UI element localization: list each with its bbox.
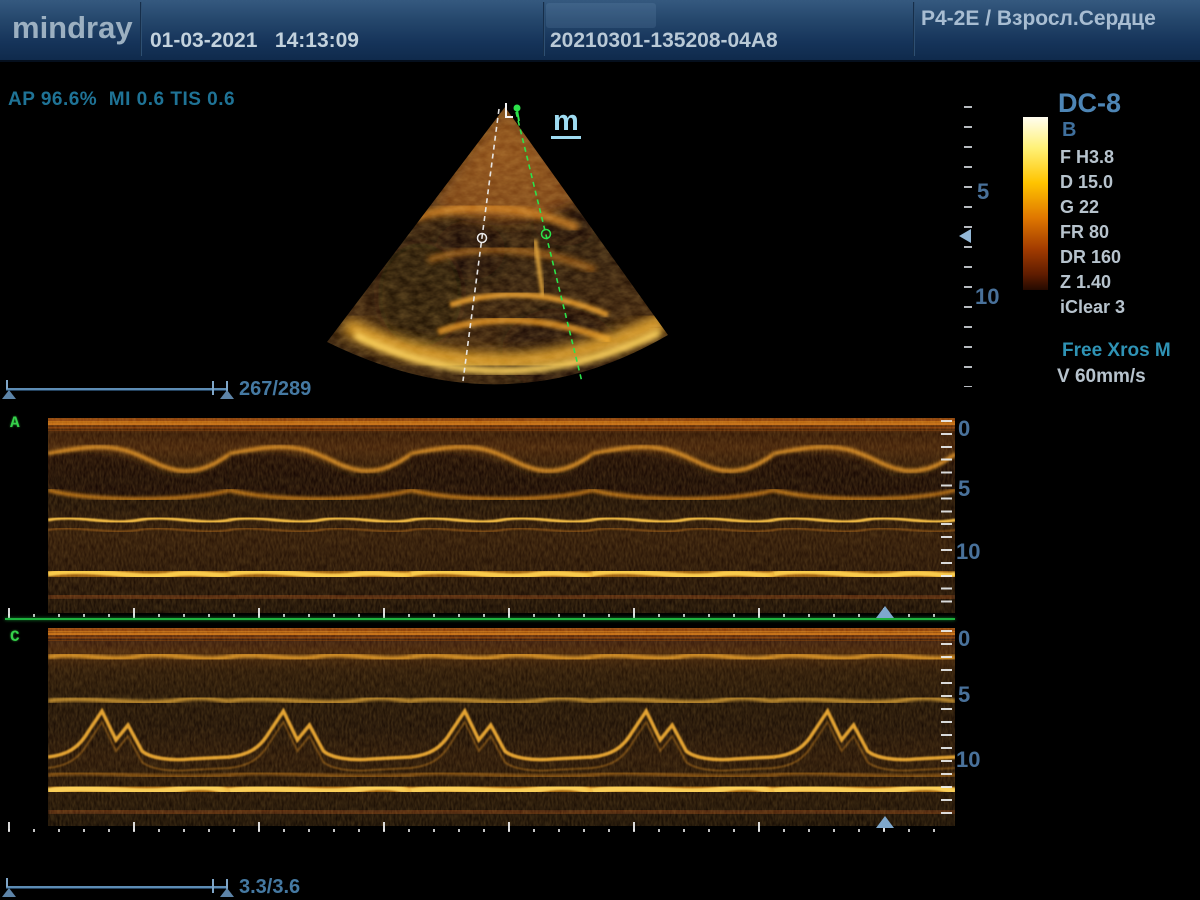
trace-a-depth-10: 10: [956, 539, 980, 565]
trace-a-time-marker[interactable]: [876, 606, 894, 618]
mmode-trace-c: [48, 628, 955, 826]
trace-c-depth-10: 10: [956, 747, 980, 773]
bottom-timeline-minor-ticks: [8, 829, 955, 832]
trace-c-depth-ticks: [941, 630, 952, 824]
cine-frame-scrubber[interactable]: 267/289: [0, 378, 300, 400]
probe-preset: P4-2E / Взросл.Сердце: [921, 7, 1156, 31]
timeline-minor-ticks: [8, 614, 955, 617]
param-depth: D 15.0: [1060, 172, 1190, 193]
header-divider: [913, 2, 915, 56]
trace-c-depth-0: 0: [958, 626, 970, 652]
param-frequency: F H3.8: [1060, 147, 1190, 168]
scrubber-position-marker[interactable]: [220, 888, 234, 897]
sweep-speed-label: V 60mm/s: [1057, 366, 1146, 388]
ultrasound-screen: mindray 01-03-2021 14:13:09 20210301-135…: [0, 0, 1200, 900]
focus-position-marker[interactable]: [959, 229, 971, 243]
scrubber-start-tick: [6, 380, 8, 389]
scrubber-start-marker[interactable]: [2, 888, 16, 897]
mmode-trace-a: [48, 418, 955, 613]
exam-datetime: 01-03-2021 14:13:09: [150, 29, 359, 53]
param-iclear: iClear 3: [1060, 297, 1190, 318]
system-model-label: DC-8: [1058, 88, 1121, 119]
param-dynamic-range: DR 160: [1060, 247, 1190, 268]
header-divider: [140, 2, 142, 56]
header-bar: mindray 01-03-2021 14:13:09 20210301-135…: [0, 0, 1200, 62]
exam-id: 20210301-135208-04A8: [550, 29, 778, 53]
trace-a-depth-ticks: [941, 420, 952, 612]
scrubber-range-tick: [212, 879, 214, 893]
trace-c-time-marker[interactable]: [876, 816, 894, 828]
trace-a-depth-5: 5: [958, 476, 970, 502]
acoustic-output-status: AP 96.6% MI 0.6 TIS 0.6: [8, 89, 235, 111]
free-xros-m-label: Free Xros M: [1062, 340, 1171, 362]
scrubber-position-marker[interactable]: [220, 390, 234, 399]
mmode-active-icon: m: [551, 109, 581, 139]
grayscale-colorbar: [1023, 117, 1048, 290]
mindray-logo: mindray: [12, 10, 133, 46]
mode-label: B: [1062, 119, 1076, 142]
scrubber-start-marker[interactable]: [2, 390, 16, 399]
scrubber-start-tick: [6, 878, 8, 887]
cine-time-scrubber[interactable]: 3.3/3.6: [0, 876, 300, 898]
scrubber-track[interactable]: [6, 886, 228, 888]
trace-a-depth-0: 0: [958, 416, 970, 442]
scrubber-track[interactable]: [6, 388, 228, 390]
depth-label-10: 10: [975, 284, 999, 310]
scrubber-range-tick: [212, 381, 214, 395]
bmode-sector-image: [310, 100, 690, 400]
trace-c-depth-5: 5: [958, 682, 970, 708]
trace-a-label: A: [10, 414, 20, 432]
header-highlight: [546, 3, 656, 28]
header-divider: [543, 2, 545, 56]
depth-label-5: 5: [977, 179, 989, 205]
param-gain: G 22: [1060, 197, 1190, 218]
sector-anatomy: [310, 100, 690, 400]
param-zoom: Z 1.40: [1060, 272, 1190, 293]
frame-counter: 267/289: [239, 378, 311, 401]
timeline-axis: [5, 618, 955, 620]
param-framerate: FR 80: [1060, 222, 1190, 243]
trace-c-label: C: [10, 628, 20, 646]
time-counter: 3.3/3.6: [239, 876, 300, 899]
bmode-depth-ruler: [964, 106, 972, 387]
